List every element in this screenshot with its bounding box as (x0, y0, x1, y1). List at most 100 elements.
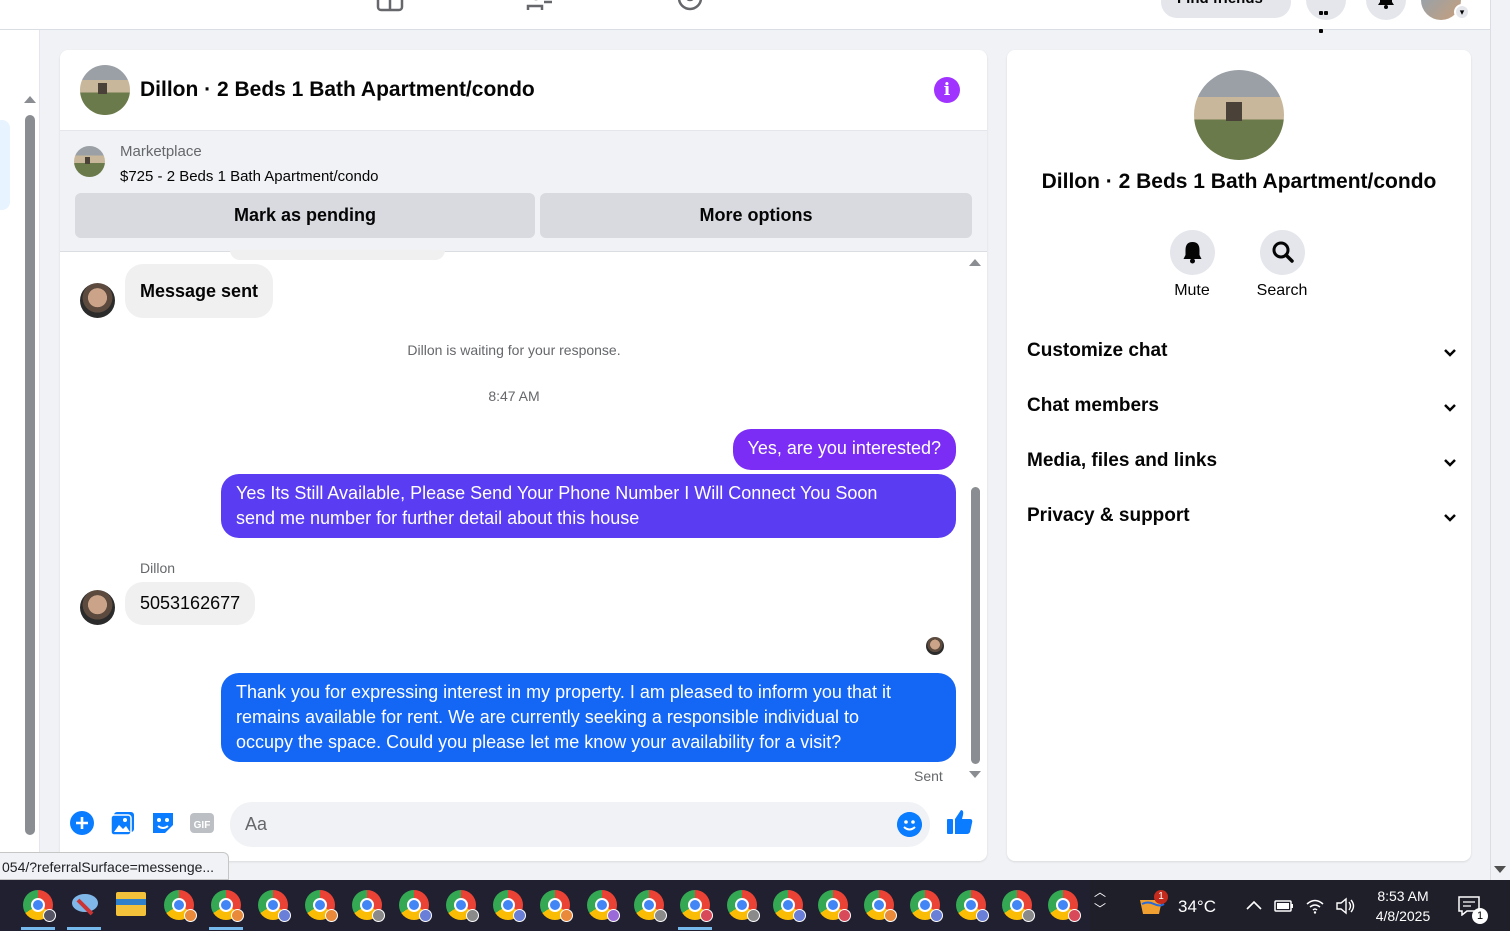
chrome-icon[interactable] (727, 890, 760, 922)
row-label: Customize chat (1027, 340, 1168, 361)
message-input[interactable]: Aa (230, 802, 930, 847)
marketplace-label: Marketplace (120, 143, 202, 160)
chrome-icon[interactable] (305, 890, 338, 922)
active-indicator (678, 927, 712, 930)
listing-price-title[interactable]: $725 - 2 Beds 1 Bath Apartment/condo (120, 168, 379, 185)
chevron-up-icon[interactable] (1244, 896, 1264, 916)
details-title: Dillon · 2 Beds 1 Bath Apartment/condo (1041, 170, 1437, 193)
chrome-icon[interactable] (446, 890, 479, 922)
marketplace-icon[interactable] (376, 0, 404, 12)
temperature[interactable]: 34°C (1178, 897, 1216, 917)
message-line: Thank you for expressing interest in my … (236, 682, 891, 702)
thumbs-up-icon[interactable] (946, 808, 974, 836)
listing-profile-image[interactable] (1194, 70, 1284, 160)
chrome-icon[interactable] (23, 890, 56, 922)
outgoing-message: Yes, are you interested? (732, 429, 956, 470)
sticker-icon[interactable] (150, 810, 176, 836)
listing-thumbnail[interactable] (74, 146, 105, 177)
plus-circle-icon[interactable] (69, 810, 95, 836)
notifications-button[interactable] (1366, 0, 1406, 20)
sent-status: Sent (914, 768, 943, 784)
listing-avatar[interactable] (80, 65, 130, 115)
menu-grid-icon (1319, 2, 1333, 33)
media-files-links-row[interactable]: Media, files and links (1027, 450, 1457, 480)
conversation-title[interactable]: Dillon · 2 Beds 1 Bath Apartment/condo (140, 78, 535, 102)
clock-date: 4/8/2025 (1375, 908, 1431, 924)
row-label: Media, files and links (1027, 450, 1218, 471)
chevron-down-icon (1444, 459, 1456, 467)
chevron-down-icon (1444, 349, 1456, 357)
chrome-icon[interactable] (1002, 890, 1035, 922)
profile-icon[interactable] (676, 0, 704, 12)
sender-name: Dillon (140, 560, 176, 576)
chrome-icon[interactable] (164, 890, 197, 922)
mute-label: Mute (1174, 282, 1210, 299)
scroll-up-arrow[interactable] (969, 259, 981, 266)
scroll-down-arrow[interactable] (1494, 866, 1506, 873)
chrome-icon[interactable] (352, 890, 385, 922)
bell-icon (1378, 0, 1394, 9)
windows-taskbar: ︿ ﹀ 1 34°C 8:53 AM 4/8/2025 1 (0, 880, 1510, 931)
battery-icon[interactable] (1274, 896, 1294, 916)
clock[interactable]: 8:53 AM 4/8/2025 (1368, 886, 1438, 926)
taskbar-apps (0, 880, 1090, 931)
scroll-down-arrow[interactable] (969, 771, 981, 778)
info-icon[interactable]: i (934, 77, 960, 103)
selected-chat-highlight (0, 120, 10, 210)
sidebar-scrollbar[interactable] (25, 115, 35, 835)
message-line: occupy the space. Could you please let m… (236, 732, 842, 752)
chrome-icon[interactable] (773, 890, 806, 922)
more-options-button[interactable]: More options (540, 193, 972, 238)
chrome-icon[interactable] (211, 890, 244, 922)
conversation-panel: Dillon · 2 Beds 1 Bath Apartment/condo i… (60, 50, 987, 861)
file-explorer-icon[interactable] (116, 892, 146, 916)
paint-icon[interactable] (70, 890, 100, 920)
chevron-down-icon (1444, 514, 1456, 522)
find-friends-button[interactable]: Find friends (1161, 0, 1291, 18)
mute-button[interactable]: Mute (1157, 230, 1227, 300)
chrome-icon[interactable] (587, 890, 620, 922)
chrome-icon[interactable] (258, 890, 291, 922)
groups-icon[interactable] (526, 0, 554, 12)
wifi-icon[interactable] (1305, 896, 1325, 916)
privacy-support-row[interactable]: Privacy & support (1027, 505, 1457, 535)
taskbar-overflow-scroll[interactable]: ︿ ﹀ (1092, 880, 1108, 931)
svg-text:GIF: GIF (194, 820, 211, 831)
chrome-icon[interactable] (634, 890, 667, 922)
gif-icon[interactable]: GIF (189, 810, 215, 836)
page-scrollbar[interactable] (1490, 0, 1510, 880)
search-button[interactable]: Search (1247, 230, 1317, 300)
active-indicator (21, 927, 55, 930)
system-tray: 1 34°C 8:53 AM 4/8/2025 1 (1110, 880, 1510, 931)
chrome-icon[interactable] (680, 890, 713, 922)
dillon-avatar[interactable] (80, 590, 115, 625)
volume-icon[interactable] (1335, 896, 1355, 916)
dillon-avatar[interactable] (80, 283, 115, 318)
outgoing-message: Thank you for expressing interest in my … (221, 673, 956, 762)
customize-chat-row[interactable]: Customize chat (1027, 340, 1457, 370)
chat-members-row[interactable]: Chat members (1027, 395, 1457, 425)
chrome-icon[interactable] (493, 890, 526, 922)
active-indicator (209, 927, 243, 930)
message-line: remains available for rent. We are curre… (236, 707, 859, 727)
mark-as-pending-button[interactable]: Mark as pending (75, 193, 535, 238)
marketplace-listing-bar: Marketplace $725 - 2 Beds 1 Bath Apartme… (60, 131, 987, 252)
chrome-icon[interactable] (864, 890, 897, 922)
chrome-icon[interactable] (910, 890, 943, 922)
message-line: send me number for further detail about … (236, 508, 640, 528)
conversation-details-panel: Dillon · 2 Beds 1 Bath Apartment/condo M… (1007, 50, 1471, 861)
chevron-down-icon[interactable]: ▾ (1454, 4, 1470, 20)
link-status-url: 054/?referralSurface=messenge... (0, 852, 229, 880)
messages-scrollbar[interactable] (971, 487, 980, 764)
menu-button[interactable] (1306, 0, 1346, 33)
chrome-icon[interactable] (540, 890, 573, 922)
emoji-icon[interactable] (897, 812, 922, 837)
scroll-up-arrow[interactable] (24, 96, 36, 103)
chrome-icon[interactable] (956, 890, 989, 922)
chrome-icon[interactable] (1048, 890, 1081, 922)
clock-time: 8:53 AM (1377, 888, 1429, 904)
chrome-icon[interactable] (818, 890, 851, 922)
chrome-icon[interactable] (399, 890, 432, 922)
previous-message-bubble (230, 250, 445, 260)
photo-icon[interactable] (110, 810, 136, 836)
